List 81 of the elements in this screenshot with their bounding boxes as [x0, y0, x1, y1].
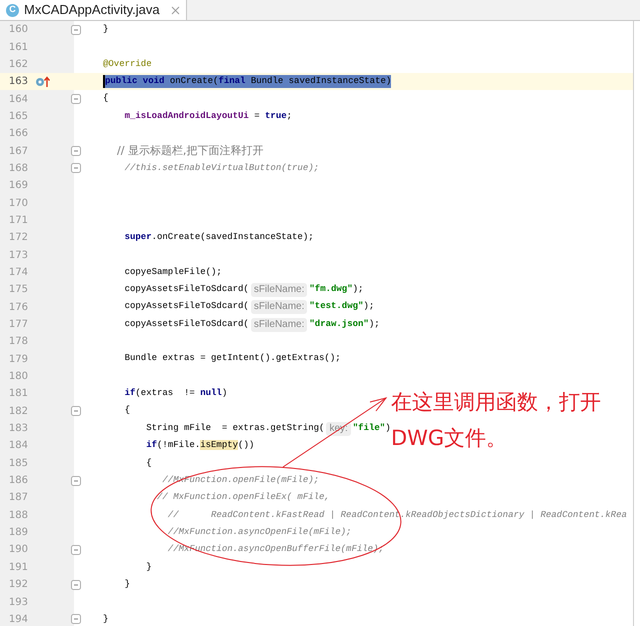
code-text: "draw.json");: [309, 318, 380, 331]
line-number: 192: [8, 578, 28, 592]
code-text: if(!mFile.isEmpty()): [145, 439, 254, 452]
code-text: }: [124, 578, 130, 591]
code-text: if(extras != null): [124, 387, 228, 400]
line-number: 175: [8, 283, 28, 298]
code-text: // MxFunction.openFileEx( mFile,: [156, 491, 330, 504]
code-text: copyAssetsFileToSdcard(: [124, 318, 249, 331]
code-text: {: [124, 404, 130, 418]
code-text: // 显示标题栏,把下面注释打开: [116, 142, 264, 159]
code-text: }: [103, 22, 108, 36]
code-text: copyAssetsFileToSdcard(: [124, 283, 249, 296]
line-number: 165: [8, 110, 28, 124]
parameter-hint: sFileName:: [250, 318, 308, 332]
parameter-hint: sFileName:: [250, 300, 308, 314]
code-text: copyeSampleFile();: [124, 266, 222, 279]
line-number: 181: [8, 387, 28, 402]
code-text: //MxFunction.asyncOpenFile(mFile);: [166, 526, 352, 539]
code-text: super.onCreate(savedInstanceState);: [124, 231, 314, 244]
code-text: //this.setEnableVirtualButton(true);: [124, 162, 320, 175]
line-number: 190: [8, 543, 28, 558]
fold-icon[interactable]: [71, 476, 81, 486]
line-number: 193: [8, 596, 28, 610]
line-number: 160: [8, 23, 28, 38]
code-text: @Override: [103, 58, 152, 71]
fold-icon[interactable]: [71, 94, 81, 104]
line-number: 183: [8, 422, 28, 436]
line-number: 177: [8, 318, 28, 332]
fold-icon[interactable]: [71, 580, 81, 590]
fold-icon[interactable]: [71, 146, 81, 156]
line-number: 188: [8, 508, 28, 523]
line-number: 186: [8, 474, 28, 488]
fold-icon[interactable]: [71, 163, 81, 174]
code-text: m_isLoadAndroidLayoutUi = true;: [124, 110, 292, 123]
line-number: 170: [8, 196, 28, 211]
code-text: "test.dwg");: [309, 300, 374, 314]
code-text: String mFile = extras.getString(: [145, 422, 324, 435]
line-number: 166: [8, 127, 28, 142]
line-number: 164: [8, 92, 28, 107]
tab-title: MxCADAppActivity.java: [24, 1, 160, 20]
parameter-hint: sFileName:: [250, 282, 308, 297]
close-icon[interactable]: [170, 6, 180, 14]
line-number: 174: [8, 266, 28, 280]
code-text: "file"): [352, 422, 391, 435]
callout-text: 在这里调用函数，打开: [391, 389, 601, 416]
line-number: 180: [8, 370, 28, 384]
callout-text: DWG文件。: [391, 425, 508, 452]
override-marker-icon[interactable]: [35, 76, 51, 88]
line-number: 178: [8, 335, 28, 350]
code-text: copyAssetsFileToSdcard(: [124, 300, 249, 314]
code-text: }: [145, 560, 152, 574]
line-number: 171: [8, 214, 28, 228]
line-number: 189: [8, 526, 28, 540]
line-number: 169: [8, 179, 28, 194]
line-number: 173: [8, 248, 28, 263]
file-tab[interactable]: C MxCADAppActivity.java: [0, 0, 187, 20]
line-number: 172: [8, 231, 28, 246]
fold-icon[interactable]: [71, 24, 81, 35]
code-text: Bundle extras = getIntent().getExtras();: [124, 352, 341, 366]
class-file-icon: C: [6, 4, 19, 16]
line-number: 184: [8, 439, 28, 454]
line-number: 176: [8, 300, 28, 315]
line-number: 163: [8, 75, 28, 90]
line-number: 185: [8, 456, 28, 471]
fold-icon[interactable]: [71, 406, 81, 416]
fold-icon[interactable]: [71, 544, 81, 555]
line-number: 191: [8, 560, 28, 575]
selected-code: public void onCreate(final Bundle savedInstanceState): [103, 74, 392, 88]
line-number: 162: [8, 58, 28, 72]
code-text: {: [103, 92, 108, 106]
line-number: 167: [8, 144, 28, 159]
fold-icon[interactable]: [71, 614, 81, 624]
code-text: "fm.dwg");: [309, 283, 364, 296]
line-number: 161: [8, 40, 28, 55]
line-number: 179: [8, 352, 28, 367]
line-number: 187: [8, 491, 28, 506]
line-number: 194: [8, 612, 28, 626]
code-text: {: [145, 456, 152, 470]
line-number: 168: [8, 162, 28, 176]
code-text: }: [103, 612, 108, 626]
line-number: 182: [8, 404, 28, 419]
